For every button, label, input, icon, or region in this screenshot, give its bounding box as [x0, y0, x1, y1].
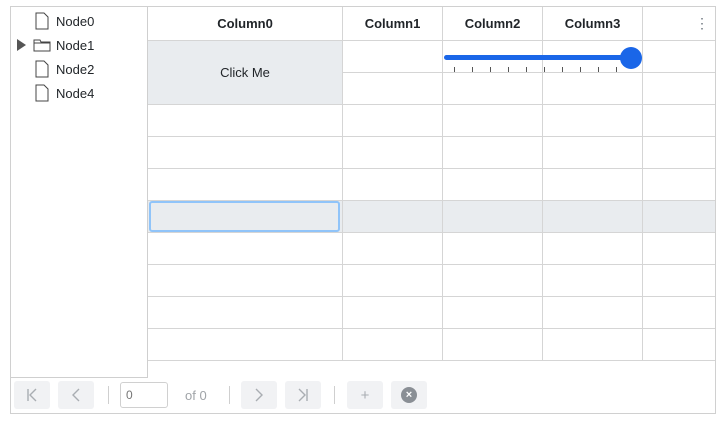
column-header-2[interactable]: Column2 [443, 7, 543, 40]
last-page-button[interactable] [285, 381, 321, 409]
prev-page-button[interactable] [58, 381, 94, 409]
tree-node-4[interactable]: Node4 [11, 82, 94, 104]
tree-node-label: Node2 [56, 61, 95, 77]
tree-node-label: Node1 [56, 37, 95, 53]
column-header-1[interactable]: Column1 [343, 7, 443, 40]
last-page-icon [298, 388, 308, 402]
file-icon [31, 60, 53, 78]
first-page-button[interactable] [14, 381, 50, 409]
page-total-label: of 0 [185, 388, 207, 403]
chevron-left-icon [72, 388, 80, 402]
tree-view: Node0 Node1 Node2 Node4 [11, 7, 148, 378]
kebab-menu-icon[interactable]: ⋮ [695, 16, 709, 30]
tree-node-label: Node4 [56, 85, 95, 101]
tree-node-0[interactable]: Node0 [11, 10, 94, 32]
file-icon [31, 84, 53, 102]
expand-arrow-icon[interactable] [11, 39, 31, 51]
column-header-3[interactable]: Column3 [543, 7, 643, 40]
add-row-button[interactable]: + [347, 381, 383, 409]
table-view: Click Me Column0 Column1 Column2 Column3… [148, 7, 715, 361]
tree-node-1[interactable]: Node1 [11, 34, 94, 56]
cancel-edit-button[interactable]: × [391, 381, 427, 409]
first-page-icon [27, 388, 37, 402]
column-header-0[interactable]: Column0 [148, 7, 343, 40]
folder-icon [31, 38, 53, 52]
pager-bar: of 0 + × [11, 378, 715, 412]
cell-editor-input[interactable] [149, 201, 340, 232]
cancel-circle-icon: × [401, 387, 417, 403]
chevron-right-icon [255, 388, 263, 402]
click-me-button[interactable]: Click Me [148, 40, 342, 104]
slider-thumb[interactable] [620, 47, 642, 69]
tree-node-2[interactable]: Node2 [11, 58, 94, 80]
file-icon [31, 12, 53, 30]
next-page-button[interactable] [241, 381, 277, 409]
page-number-input[interactable] [120, 382, 168, 408]
plus-icon: + [360, 386, 370, 404]
tree-node-label: Node0 [56, 13, 95, 29]
slider-track [444, 55, 634, 60]
value-slider[interactable] [444, 47, 642, 83]
